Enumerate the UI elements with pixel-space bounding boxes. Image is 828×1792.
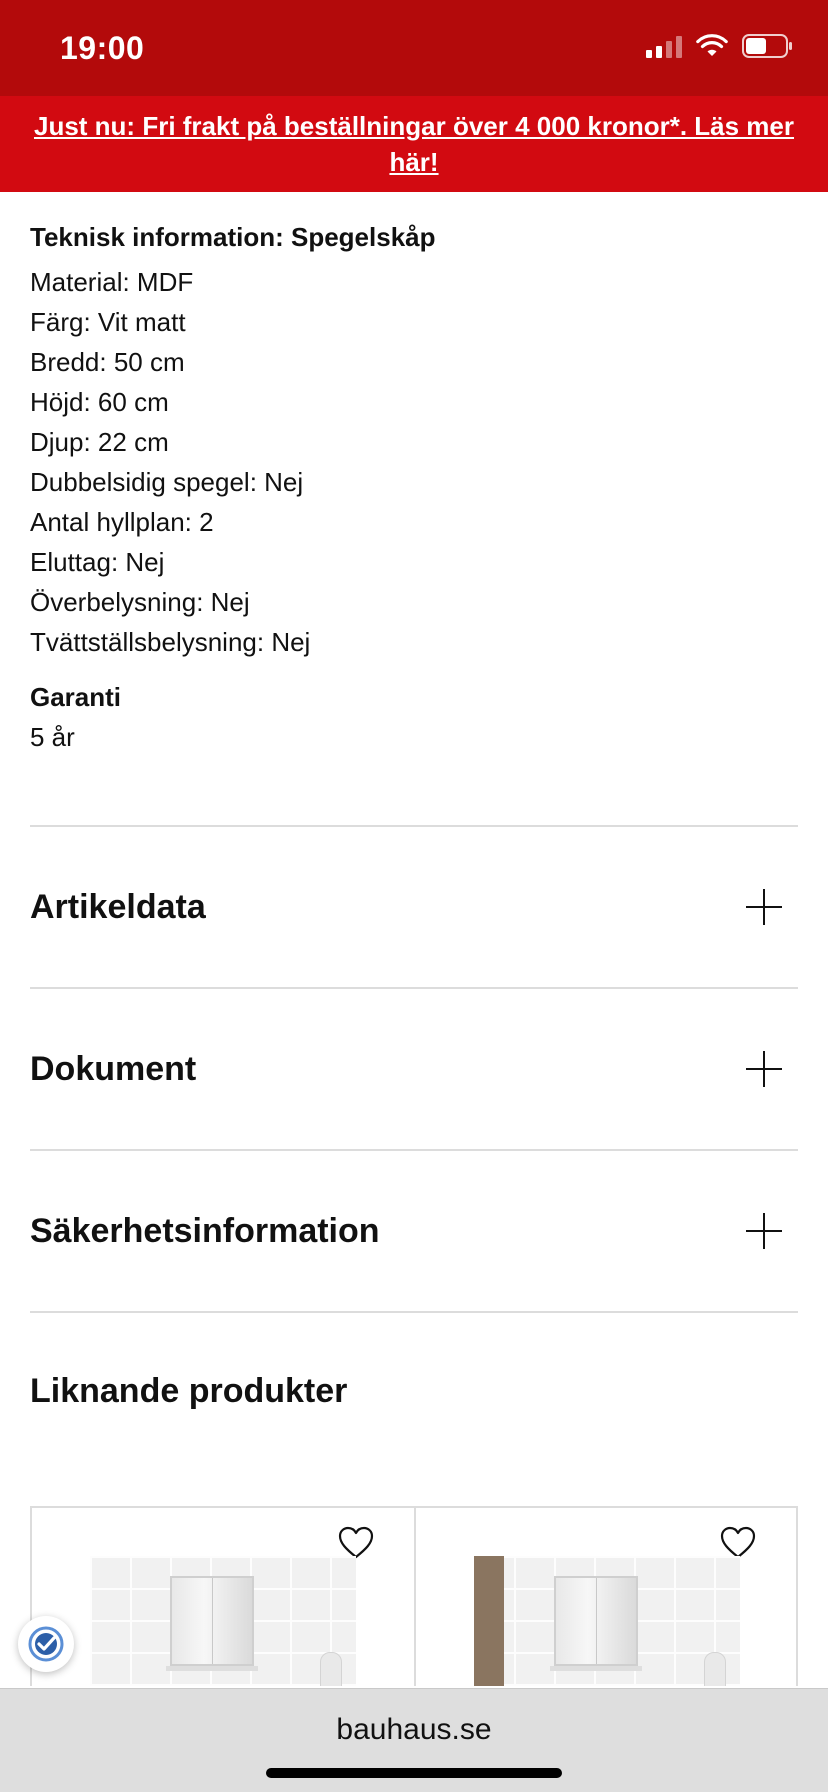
- spec-item: Färg: Vit matt: [30, 307, 186, 337]
- heart-icon[interactable]: [338, 1526, 374, 1560]
- status-time: 19:00: [60, 30, 145, 66]
- accordion-sakerhetsinformation[interactable]: Säkerhetsinformation: [30, 1151, 798, 1311]
- similar-products-heading: Liknande produkter: [30, 1372, 348, 1410]
- accordion-title: Säkerhetsinformation: [30, 1211, 380, 1250]
- trust-badge-icon: [28, 1626, 64, 1662]
- spec-item: Dubbelsidig spegel: Nej: [30, 467, 304, 497]
- product-image[interactable]: [474, 1556, 740, 1686]
- plus-icon[interactable]: [746, 1051, 782, 1087]
- accordion-artikeldata[interactable]: Artikeldata: [30, 827, 798, 987]
- accordion-title: Artikeldata: [30, 887, 206, 926]
- spec-item: Material: MDF: [30, 267, 194, 297]
- url-text[interactable]: bauhaus.se: [0, 1713, 828, 1747]
- divider: [30, 1311, 798, 1313]
- spec-item: Antal hyllplan: 2: [30, 507, 214, 537]
- status-bar: 19:00: [0, 0, 828, 96]
- heart-icon[interactable]: [720, 1526, 756, 1560]
- promo-banner[interactable]: Just nu: Fri frakt på beställningar över…: [0, 96, 828, 192]
- spec-item: Tvättställsbelysning: Nej: [30, 627, 311, 657]
- battery-icon: [742, 34, 792, 58]
- spec-item: Eluttag: Nej: [30, 547, 165, 577]
- warranty-value: 5 år: [30, 722, 75, 752]
- product-card[interactable]: [414, 1508, 796, 1686]
- home-indicator[interactable]: [266, 1768, 562, 1778]
- promo-banner-link[interactable]: Just nu: Fri frakt på beställningar över…: [34, 111, 794, 177]
- trust-badge[interactable]: [18, 1616, 74, 1672]
- wifi-icon: [696, 34, 728, 56]
- spec-list: Material: MDF Färg: Vit matt Bredd: 50 c…: [30, 262, 310, 662]
- signal-icon: [646, 34, 682, 58]
- spec-item: Djup: 22 cm: [30, 427, 169, 457]
- spec-heading: Teknisk information: Spegelskåp: [30, 222, 436, 252]
- status-icons: [646, 34, 794, 58]
- spec-item: Höjd: 60 cm: [30, 387, 169, 417]
- similar-products-grid: [30, 1506, 798, 1686]
- accordion-title: Dokument: [30, 1049, 197, 1088]
- spec-item: Bredd: 50 cm: [30, 347, 185, 377]
- product-card[interactable]: [32, 1508, 414, 1686]
- spec-item: Överbelysning: Nej: [30, 587, 250, 617]
- plus-icon[interactable]: [746, 889, 782, 925]
- warranty-heading: Garanti: [30, 682, 122, 712]
- plus-icon[interactable]: [746, 1213, 782, 1249]
- accordion-dokument[interactable]: Dokument: [30, 989, 798, 1149]
- product-image[interactable]: [90, 1556, 356, 1686]
